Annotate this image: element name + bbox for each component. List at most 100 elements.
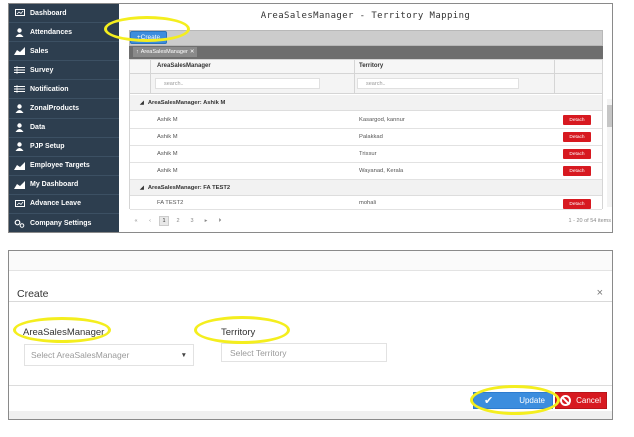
user-icon xyxy=(14,142,25,152)
group-row-label: AreaSalesManager: Ashik M xyxy=(147,99,226,106)
territory-cell: Kasargod, kannur xyxy=(359,117,405,123)
detach-button[interactable]: Detach xyxy=(563,166,591,176)
filter-row: search.. search.. xyxy=(130,74,602,94)
monitor-icon xyxy=(14,9,25,18)
sidebar-item-attendances[interactable]: Attendances xyxy=(9,23,119,43)
detach-button[interactable]: Detach xyxy=(563,149,591,159)
sidebar-item-employee-targets[interactable]: Employee Targets xyxy=(9,157,119,176)
column-header-territory[interactable]: Territory xyxy=(359,63,383,69)
close-icon[interactable]: ✕ xyxy=(190,49,195,55)
group-chip[interactable]: ↑ AreaSalesManager ✕ xyxy=(133,47,198,57)
sidebar-item-data[interactable]: Data xyxy=(9,119,119,138)
sidebar-item-label: Attendances xyxy=(30,28,73,36)
group-row-label: AreaSalesManager: FA TEST2 xyxy=(147,184,231,191)
detach-button[interactable]: Detach xyxy=(563,132,591,142)
gear-icon xyxy=(14,219,25,228)
expand-icon[interactable]: ◢ xyxy=(140,185,144,191)
list-icon xyxy=(14,85,25,94)
page-number[interactable]: 3 xyxy=(187,216,197,226)
prev-page-icon[interactable]: ‹ xyxy=(145,216,155,226)
user-icon xyxy=(14,104,25,114)
sidebar-item-label: Advance Leave xyxy=(30,200,81,208)
column-header-asm[interactable]: AreaSalesManager xyxy=(157,63,211,69)
list-icon xyxy=(14,66,25,75)
sidebar-item-label: Company Settings xyxy=(30,219,92,227)
search-input[interactable]: search.. xyxy=(155,78,320,89)
ban-icon xyxy=(560,395,571,406)
sidebar-item-label: PJP Setup xyxy=(30,143,65,151)
update-button[interactable]: ✔ Update xyxy=(473,392,553,409)
grid-header: AreaSalesManager Territory xyxy=(130,60,602,74)
sidebar-item-dashboard[interactable]: Dashboard xyxy=(9,4,119,24)
next-page-icon[interactable]: ▸ xyxy=(201,216,211,226)
sidebar-item-label: Sales xyxy=(30,47,49,55)
expand-icon[interactable]: ◢ xyxy=(140,100,144,106)
sidebar-item-label: Employee Targets xyxy=(30,162,90,170)
group-chip-label: AreaSalesManager xyxy=(140,49,188,55)
chart-icon xyxy=(14,161,25,170)
asm-select[interactable]: Select AreaSalesManager ▼ xyxy=(24,344,194,366)
grid-toolbar xyxy=(129,30,603,46)
create-modal-screen: Create × AreaSalesManager Territory Sele… xyxy=(8,250,613,420)
sidebar-item-sales[interactable]: Sales xyxy=(9,42,119,62)
table-row: Ashik M Kasargod, kannur Detach xyxy=(130,112,602,129)
asm-label: AreaSalesManager xyxy=(23,327,105,338)
sidebar-item-my-dashboard[interactable]: My Dashboard xyxy=(9,176,119,195)
sidebar-item-label: ZonalProducts xyxy=(30,105,80,113)
sidebar-item-pjp-setup[interactable]: PJP Setup xyxy=(9,138,119,157)
chart-icon xyxy=(14,47,25,56)
create-button[interactable]: +Create xyxy=(130,31,167,44)
sidebar-item-notification[interactable]: Notification xyxy=(9,80,119,100)
backdrop-strip-bottom xyxy=(9,411,612,419)
table-row: Ashik M Palakkad Detach xyxy=(130,129,602,146)
sidebar-item-company-settings[interactable]: Company Settings xyxy=(9,214,119,232)
sidebar-item-advance-leave[interactable]: Advance Leave xyxy=(9,195,119,215)
data-grid: AreaSalesManager Territory search.. sear… xyxy=(129,59,603,210)
group-panel xyxy=(129,46,603,59)
cancel-button[interactable]: Cancel xyxy=(555,392,607,409)
page-number[interactable]: 1 xyxy=(159,216,169,226)
sidebar: Dashboard Attendances Sales Survey Notif… xyxy=(9,4,119,232)
territory-cell: Palakkad xyxy=(359,134,383,140)
asm-cell: Ashik M xyxy=(157,117,178,123)
sort-arrow-icon: ↑ xyxy=(136,49,139,55)
close-icon[interactable]: × xyxy=(597,287,603,299)
asm-cell: Ashik M xyxy=(157,168,178,174)
sidebar-item-label: Data xyxy=(30,124,46,132)
cancel-label: Cancel xyxy=(576,396,601,405)
user-icon xyxy=(14,27,25,37)
pager-info: 1 - 20 of 54 items xyxy=(568,218,612,224)
table-row: Ashik M Trissur Detach xyxy=(130,146,602,163)
detach-button[interactable]: Detach xyxy=(563,199,591,209)
search-input[interactable]: search.. xyxy=(357,78,519,89)
modal-header xyxy=(9,272,612,302)
territory-select[interactable]: Select Territory xyxy=(221,343,387,362)
sidebar-item-survey[interactable]: Survey xyxy=(9,61,119,81)
monitor-icon xyxy=(14,199,25,208)
table-row: FA TEST2 mohali Detach xyxy=(130,197,602,210)
territory-label: Territory xyxy=(221,327,256,338)
detach-button[interactable]: Detach xyxy=(563,115,591,125)
group-row[interactable]: ◢ AreaSalesManager: FA TEST2 xyxy=(130,180,602,196)
modal-footer-divider xyxy=(9,385,612,386)
check-icon: ✔ xyxy=(484,395,494,407)
sidebar-item-label: Notification xyxy=(30,85,69,93)
page-title: AreaSalesManager - Territory Mapping xyxy=(260,11,471,21)
update-label: Update xyxy=(519,396,545,405)
first-page-icon[interactable]: « xyxy=(131,216,141,226)
asm-select-placeholder: Select AreaSalesManager xyxy=(31,350,130,360)
main-content: AreaSalesManager - Territory Mapping +Cr… xyxy=(119,4,612,232)
sidebar-item-zonalproducts[interactable]: ZonalProducts xyxy=(9,99,119,119)
sidebar-item-label: Survey xyxy=(30,66,54,74)
territory-cell: Trissur xyxy=(359,151,377,157)
territory-mapping-screen: Dashboard Attendances Sales Survey Notif… xyxy=(8,3,613,233)
territory-cell: mohali xyxy=(359,200,377,206)
last-page-icon[interactable]: ⏵ xyxy=(215,216,225,226)
chart-icon xyxy=(14,180,25,189)
chevron-down-icon[interactable]: ▼ xyxy=(181,352,187,359)
page-number[interactable]: 2 xyxy=(173,216,183,226)
asm-cell: Ashik M xyxy=(157,151,178,157)
group-row[interactable]: ◢ AreaSalesManager: Ashik M xyxy=(130,95,602,111)
grid-scrollbar[interactable] xyxy=(607,99,612,207)
asm-cell: FA TEST2 xyxy=(157,200,184,206)
